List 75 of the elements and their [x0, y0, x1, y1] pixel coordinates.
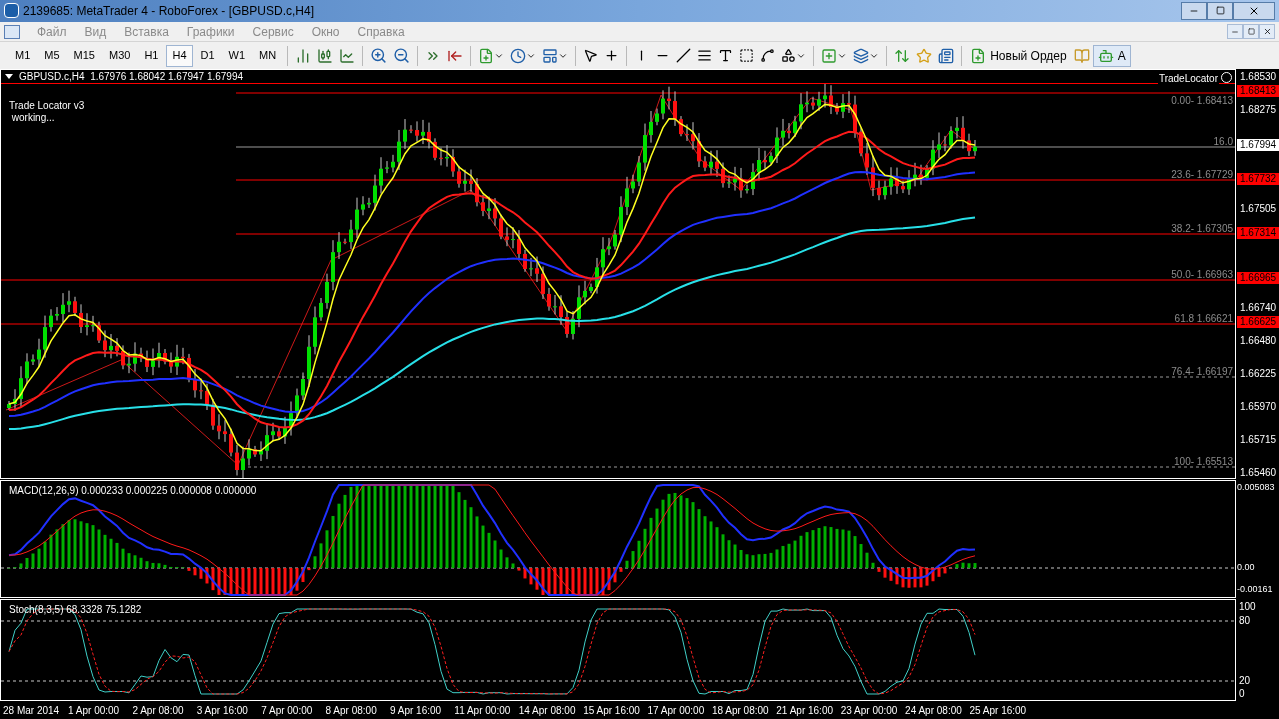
timeframe-button[interactable]: M5: [38, 44, 66, 67]
time-axis-label: 9 Apr 16:00: [389, 703, 443, 718]
stochastic-axis-label: 80: [1239, 615, 1251, 626]
close-icon: [1262, 27, 1272, 37]
price-marker: 1.66625: [1237, 315, 1279, 328]
fibonacci-level-label: 100- 1.65513: [1174, 456, 1233, 467]
time-axis-label: 24 Apr 08:00: [905, 703, 963, 718]
time-axis-label: 25 Apr 16:00: [969, 703, 1028, 718]
autotrading-button[interactable]: A: [1092, 44, 1131, 67]
timeframe-button[interactable]: H4: [166, 44, 193, 67]
price-axis-label: 1.68275: [1240, 103, 1277, 115]
maximize-button[interactable]: [1207, 1, 1233, 20]
robot-icon: [1097, 47, 1114, 64]
fibonacci-level-label: 0.00- 1.68413: [1171, 95, 1233, 106]
indicator-status: working...: [10, 112, 56, 124]
fibonacci-level-label: 76.4- 1.66197: [1171, 366, 1233, 377]
fibonacci-level-label: 38.2- 1.67305: [1171, 223, 1233, 234]
time-axis-label: 15 Apr 16:00: [583, 703, 641, 718]
stochastic-axis-label: 0: [1239, 688, 1245, 699]
price-marker: 1.68413: [1237, 85, 1279, 98]
price-axis-label: 1.65970: [1240, 401, 1277, 413]
price-axis-label: 1.68530: [1240, 71, 1277, 82]
time-axis-label: 21 Apr 16:00: [776, 703, 834, 718]
price-marker: 1.67994: [1237, 139, 1279, 152]
price-axis-label: 1.65460: [1240, 467, 1277, 478]
price-axis-label: 1.66480: [1240, 335, 1277, 347]
new-order-button[interactable]: Новый Ордер: [966, 44, 1071, 67]
restore-icon: [1247, 28, 1255, 36]
timeframe-button[interactable]: D1: [194, 44, 221, 67]
time-axis-label: 17 Apr 00:00: [647, 703, 706, 718]
macd-axis-label: 0.005083: [1237, 482, 1275, 493]
price-marker: 1.67732: [1237, 172, 1279, 185]
chart-header: GBPUSD.c,H4 1.67976 1.68042 1.67947 1.67994: [19, 70, 244, 84]
timeframe-button[interactable]: W1: [222, 44, 252, 67]
stochastic-axis-label: 20: [1239, 675, 1251, 686]
timeframe-button[interactable]: M15: [67, 44, 101, 67]
price-axis-label: 1.65715: [1240, 434, 1277, 446]
time-axis-label: 2 Apr 08:00: [132, 703, 185, 718]
close-button[interactable]: [1259, 24, 1275, 40]
minimize-button[interactable]: [1181, 1, 1207, 20]
timeframe-button[interactable]: MN: [253, 44, 283, 67]
maximize-icon: [1215, 6, 1225, 16]
app-logo-icon: [4, 3, 19, 19]
time-axis-label: 14 Apr 08:00: [518, 703, 577, 718]
time-axis-label: 7 Apr 00:00: [261, 703, 314, 718]
macd-axis-label: 0.00: [1237, 562, 1255, 573]
fibonacci-level-label: 16.0: [1213, 136, 1233, 147]
price-marker: 1.67314: [1237, 226, 1279, 239]
macd-axis-label: -0.00161: [1237, 584, 1273, 595]
stochastic-header: Stoch(8,3,5) 68.3328 75.1282: [9, 603, 142, 617]
price-axis-label: 1.67505: [1240, 203, 1277, 215]
fibonacci-level-label: 61.8 1.66621: [1174, 313, 1233, 324]
stochastic-axis-label: 100: [1239, 601, 1256, 612]
time-axis-label: 11 Apr 00:00: [454, 703, 512, 718]
fibonacci-level-label: 50.0- 1.66963: [1171, 269, 1233, 280]
price-marker: 1.66965: [1237, 271, 1279, 284]
indicator-status: Trade Locator v3: [9, 100, 85, 112]
time-axis-label: 1 Apr 00:00: [68, 703, 121, 718]
collapse-triangle-icon[interactable]: [5, 74, 13, 79]
time-axis-label: 3 Apr 16:00: [196, 703, 249, 718]
timeframe-button[interactable]: M1: [9, 44, 37, 67]
price-axis-label: 1.66225: [1240, 368, 1277, 380]
time-axis-label: 28 Mar 2014: [3, 703, 61, 718]
document-plus-icon: [970, 47, 987, 64]
time-axis-label: 23 Apr 00:00: [840, 703, 899, 718]
price-axis-label: 1.66740: [1240, 301, 1277, 313]
chart-window-icon[interactable]: [4, 24, 20, 39]
fibonacci-level-label: 23.6- 1.67729: [1171, 169, 1233, 180]
timeframe-button[interactable]: M30: [102, 44, 137, 67]
macd-header: MACD(12,26,9) 0.000233 0.000225 0.000008 0.000000: [9, 484, 257, 498]
time-axis-label: 18 Apr 08:00: [711, 703, 770, 718]
timeframe-button[interactable]: H1: [138, 44, 165, 67]
tradelocator-label: TradeLocator: [1157, 71, 1219, 86]
window-title: 2139685: MetaTrader 4 - RoboForex - [GBPUSD.c,H4]: [23, 2, 315, 20]
time-axis-label: 8 Apr 08:00: [325, 703, 378, 718]
